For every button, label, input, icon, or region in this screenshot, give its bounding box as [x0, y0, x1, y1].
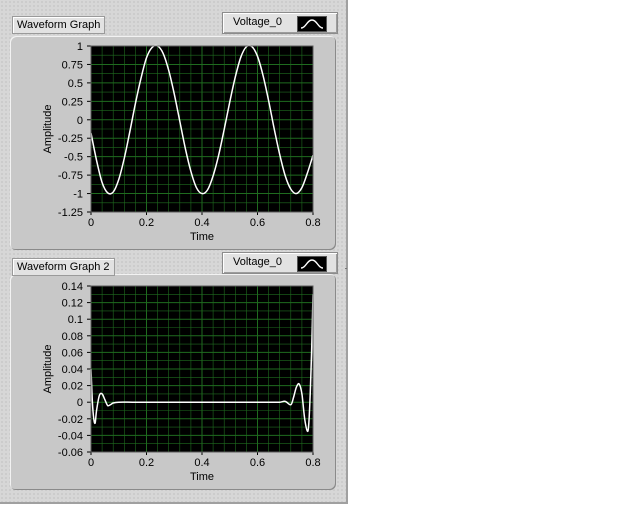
graph-2-y-axis-label: Amplitude	[42, 345, 54, 394]
graph-2-y-tick-label: 0.02	[62, 381, 83, 393]
graph-2-y-tick-label: -0.02	[58, 414, 83, 426]
graph-2-y-tick-label: 0	[77, 397, 83, 409]
graph-2-x-tick-label: 0	[88, 457, 94, 469]
panel-marker	[345, 268, 347, 269]
graph-2-x-tick-label: 0.2	[139, 457, 154, 469]
graph-2-x-tick-label: 0.6	[250, 457, 265, 469]
graph-2-y-tick-label: 0.06	[62, 347, 83, 359]
graph-2-y-tick-label: 0.12	[62, 298, 83, 310]
graph-2-x-tick-label: 0.8	[305, 457, 320, 469]
graph-2-y-tick-label: 0.1	[68, 314, 83, 326]
graph-2-y-tick-label: -0.06	[58, 447, 83, 459]
graph-2-y-tick-label: 0.08	[62, 331, 83, 343]
graph-2-y-tick-label: 0.14	[62, 281, 83, 293]
graph-2-y-tick-label: -0.04	[58, 430, 83, 442]
graph-2-x-axis-label: Time	[190, 471, 214, 483]
panel-edge-bottom	[0, 502, 348, 504]
graph-2-y-tick-label: 0.04	[62, 364, 83, 376]
graph-2-x-tick-label: 0.4	[194, 457, 209, 469]
waveform-graph-2[interactable]: 0 0.2 0.4 0.6 0.8 0.14 0.12 0.1 0.08 0.06 0.04 0.02…	[0, 0, 348, 500]
